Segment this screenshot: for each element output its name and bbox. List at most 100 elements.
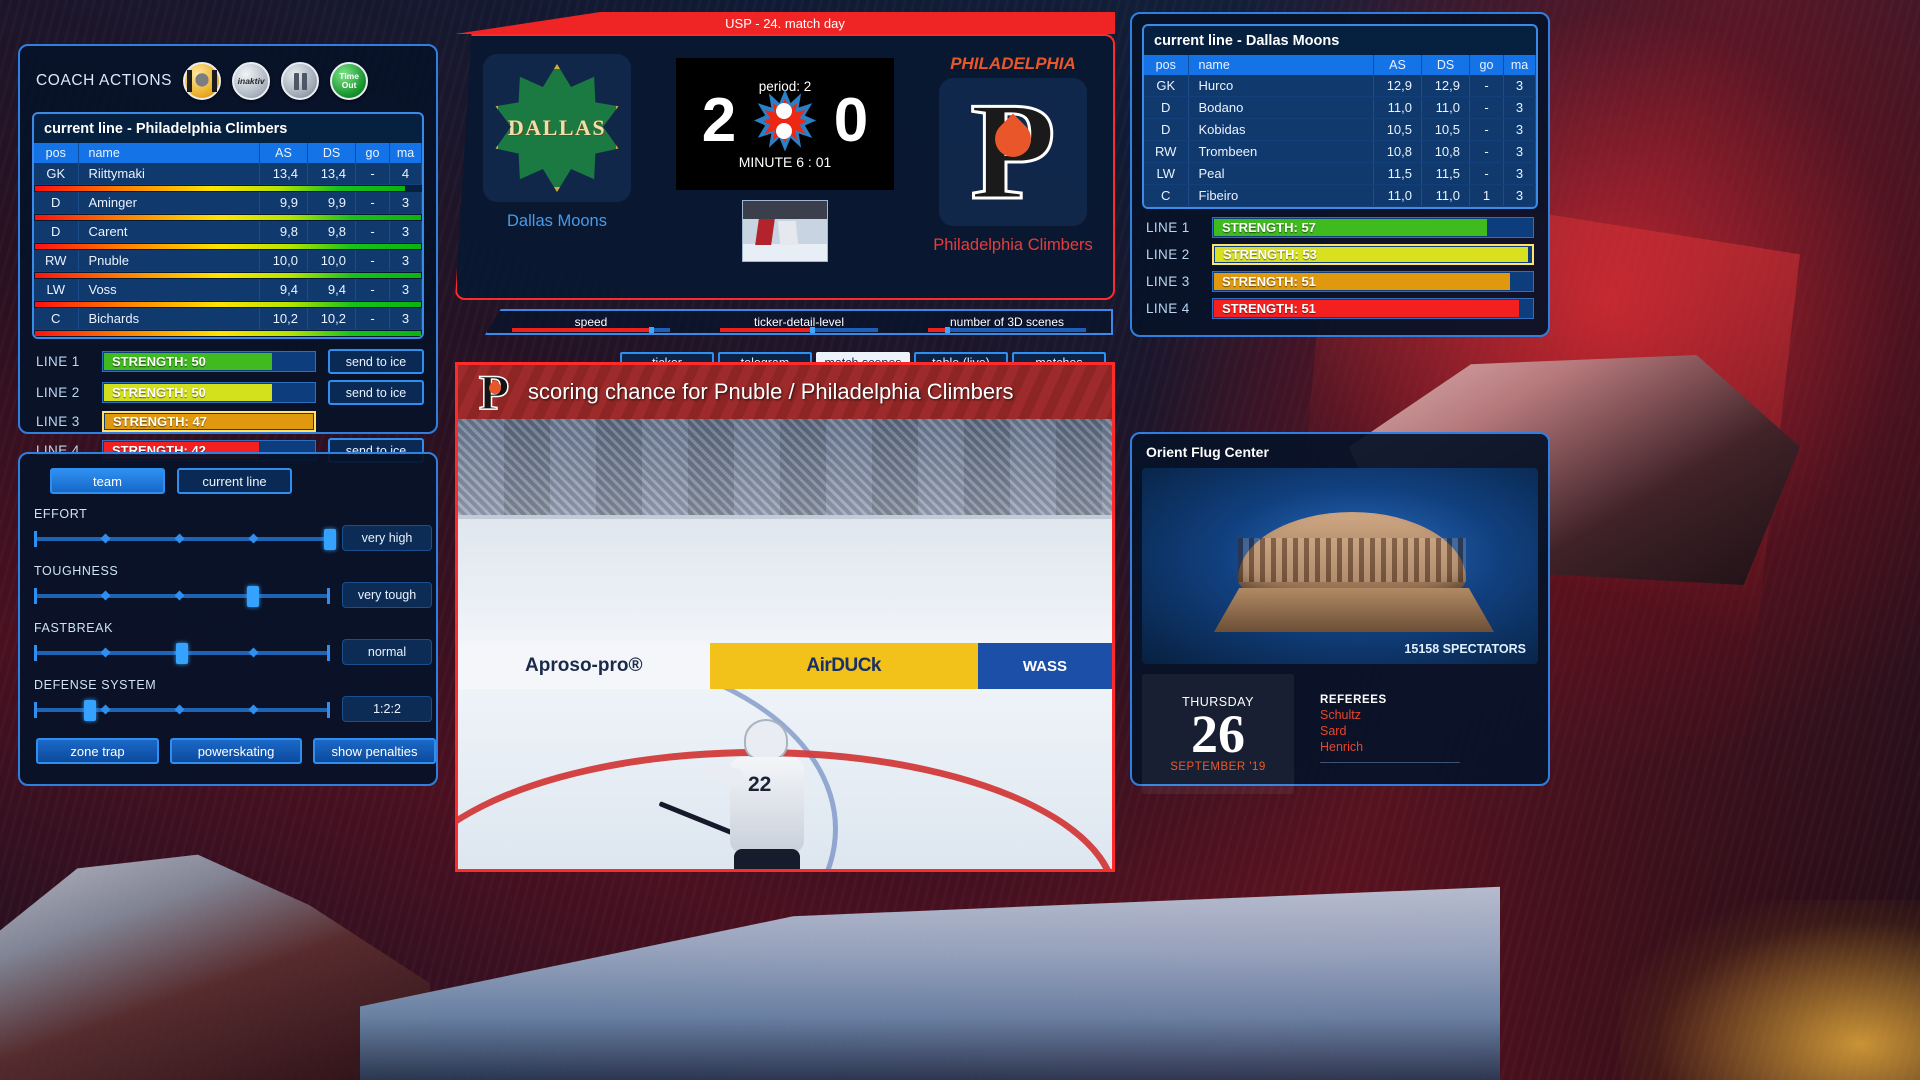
pause-button[interactable] — [281, 62, 320, 100]
cell-go: - — [1469, 96, 1504, 119]
center-slider-speed[interactable]: speed — [487, 311, 695, 333]
scene-thumbnail[interactable] — [742, 200, 828, 262]
inaktiv-button[interactable]: inaktiv — [232, 62, 271, 100]
slider-knob[interactable] — [84, 700, 97, 721]
center-slider-knob[interactable] — [809, 327, 815, 333]
slider-knob[interactable] — [247, 586, 260, 607]
fitness-bar — [34, 214, 422, 221]
table-row[interactable]: D Bodano 11,0 11,0-3 — [1144, 96, 1536, 119]
table-row[interactable]: RW Trombeen 10,8 10,8-3 — [1144, 140, 1536, 163]
table-header-row: pos name AS DS go ma — [1144, 55, 1536, 75]
philadelphia-logo: P — [939, 78, 1087, 226]
cell-pos: LW — [34, 279, 79, 301]
score-display: period: 2 2 0 MINUTE 6 : 01 — [676, 58, 894, 190]
center-slider-ticker-detail-level[interactable]: ticker-detail-level — [695, 311, 903, 333]
cell-go: - — [355, 279, 390, 301]
cell-go: - — [355, 221, 390, 243]
line-strength-bar[interactable]: STRENGTH: 51 — [1212, 271, 1534, 292]
match-date-block: THURSDAY 26 SEPTEMBER '19 REFEREES Schul… — [1142, 674, 1538, 794]
tactics-tab-team[interactable]: team — [50, 468, 165, 494]
table-row[interactable]: C Bichards 10,2 10,2-3 — [34, 308, 422, 330]
line-strength-bar[interactable]: STRENGTH: 51 — [1212, 298, 1534, 319]
timeout-button[interactable]: Time Out — [330, 62, 369, 100]
referees-label: REFEREES — [1320, 694, 1387, 706]
cell-ds: 11,0 — [1421, 96, 1470, 119]
fitness-bar-row — [34, 271, 422, 279]
slider-track[interactable] — [34, 698, 330, 721]
ad-airduck: AirDUCk — [709, 643, 978, 689]
arena-panel: Orient Flug Center 15158 SPECTATORS THUR… — [1130, 432, 1550, 794]
table-row[interactable]: LW Voss 9,4 9,4-3 — [34, 279, 422, 301]
table-row[interactable]: RW Pnuble 10,0 10,0-3 — [34, 250, 422, 272]
cell-ds: 10,0 — [307, 250, 356, 272]
table-row[interactable]: D Aminger 9,9 9,9-3 — [34, 192, 422, 214]
table-row[interactable]: C Fibeiro 11,0 11,0 1 3 — [1144, 184, 1536, 207]
cell-pos: RW — [1144, 140, 1189, 163]
center-slider-knob[interactable] — [649, 327, 655, 333]
center-slider-bar: speed ticker-detail-level number of 3D sce… — [485, 309, 1113, 335]
table-row[interactable]: GK Hurco 12,9 12,9-3 — [1144, 75, 1536, 97]
line-strength-text: STRENGTH: 50 — [112, 354, 206, 369]
send-to-ice-button[interactable]: send to ice — [328, 380, 424, 405]
cell-name: Bodano — [1188, 96, 1374, 119]
cell-name: Riittymaki — [78, 163, 260, 185]
tactics-button-zone-trap[interactable]: zone trap — [36, 738, 160, 764]
referee-3: Henrich — [1320, 740, 1364, 754]
fitness-bar-row — [34, 300, 422, 308]
slider-knob[interactable] — [324, 529, 336, 550]
col-as: AS — [1373, 55, 1422, 75]
col-name: name — [78, 143, 260, 163]
center-slider-number-of-3D-scenes[interactable]: number of 3D scenes — [903, 311, 1111, 333]
center-slider-label: speed — [574, 315, 608, 329]
cell-go: - — [1469, 140, 1504, 163]
send-to-ice-button[interactable]: send to ice — [328, 349, 424, 374]
center-slider-track[interactable] — [511, 327, 671, 333]
col-ds: DS — [307, 143, 356, 163]
tactics-tab-current-line[interactable]: current line — [177, 468, 292, 494]
slider-track[interactable] — [34, 584, 330, 607]
rink-render[interactable]: Aproso-pro® AirDUCk WASS 22 — [458, 419, 1112, 869]
cell-pos: D — [1144, 118, 1189, 141]
line-strength-bar[interactable]: STRENGTH: 47 — [102, 411, 316, 432]
tactics-button-powerskating[interactable]: powerskating — [170, 738, 302, 764]
line-strength-bar[interactable]: STRENGTH: 53 — [1212, 244, 1534, 265]
spectators-count: 15158 SPECTATORS — [1404, 642, 1526, 656]
fitness-bar — [34, 272, 422, 279]
away-score: 0 — [833, 85, 869, 155]
cell-ma: 3 — [1503, 162, 1536, 185]
col-pos: pos — [34, 143, 79, 163]
cell-pos: LW — [1144, 162, 1189, 185]
cell-as: 10,5 — [1373, 118, 1422, 141]
slider-value: very tough — [342, 582, 432, 608]
tactics-button-show-penalties[interactable]: show penalties — [312, 738, 437, 764]
cell-name: Fibeiro — [1188, 184, 1374, 207]
table-row[interactable]: GK Riittymaki 13,4 13,4-4 — [34, 163, 422, 185]
p-logo-icon: P — [949, 80, 1077, 223]
slider-knob[interactable] — [176, 643, 188, 664]
line-strength-bar[interactable]: STRENGTH: 50 — [102, 382, 316, 403]
table-row[interactable]: LW Peal 11,5 11,5-3 — [1144, 162, 1536, 185]
table-row[interactable]: D Carent 9,8 9,8-3 — [34, 221, 422, 243]
cell-name: Aminger — [78, 192, 260, 214]
center-slider-track[interactable] — [719, 327, 879, 333]
slider-label: TOUGHNESS — [34, 564, 119, 578]
line-label: LINE 3 — [1146, 274, 1190, 289]
away-lineup-grid: pos name AS DS go ma GK Hurco 12,9 12,9-3 D B… — [1144, 55, 1536, 207]
table-row[interactable]: D Kobidas 10,5 10,5-3 — [1144, 118, 1536, 141]
line-strength-bar[interactable]: STRENGTH: 50 — [102, 351, 316, 372]
cell-name: Kobidas — [1188, 118, 1374, 141]
line-change-icon[interactable] — [183, 62, 222, 100]
timeout-line2: Out — [341, 80, 357, 90]
slider-track[interactable] — [34, 527, 336, 550]
cell-name: Voss — [78, 279, 260, 301]
line-label: LINE 2 — [1146, 247, 1190, 262]
center-slider-knob[interactable] — [944, 327, 950, 333]
line-strength-bar[interactable]: STRENGTH: 57 — [1212, 217, 1534, 238]
slider-track[interactable] — [34, 641, 330, 664]
cell-pos: D — [1144, 96, 1189, 119]
center-slider-track[interactable] — [927, 327, 1087, 333]
cell-ma: 4 — [389, 163, 422, 185]
cell-ma: 3 — [389, 308, 422, 330]
scene-headline: scoring chance for Pnuble / Philadelphia… — [528, 379, 1014, 404]
col-ma: ma — [389, 143, 422, 163]
